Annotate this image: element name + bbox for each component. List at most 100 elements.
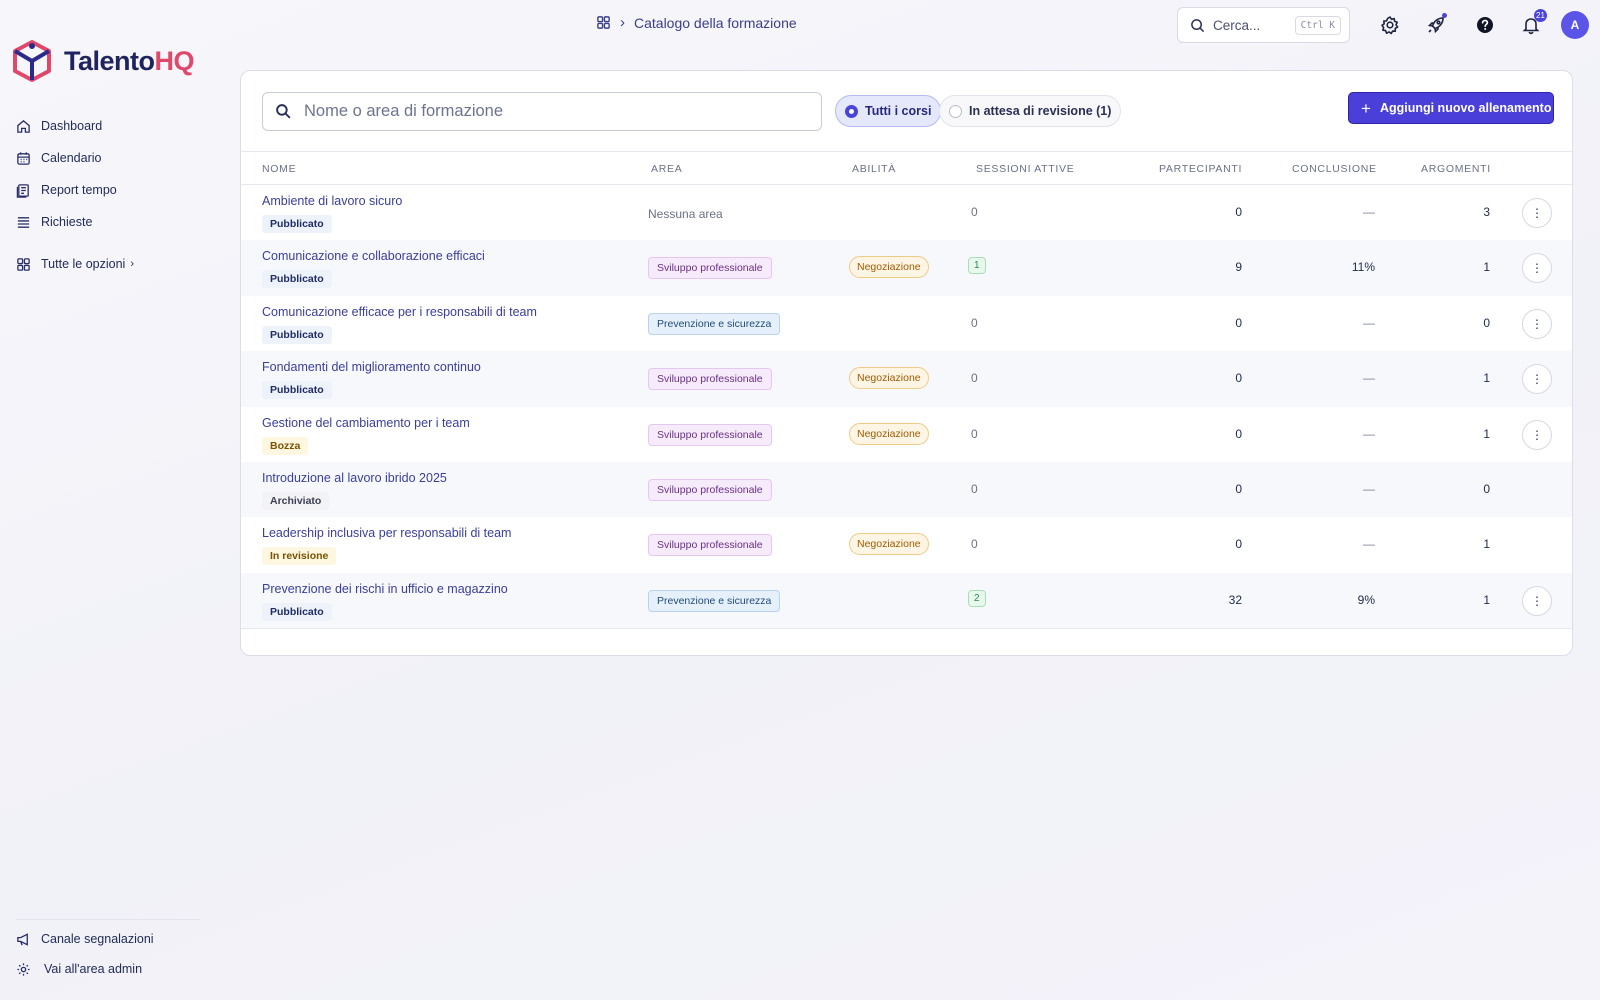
chevron-right-icon: › xyxy=(620,14,625,31)
row-actions-button[interactable]: ⋮ xyxy=(1522,364,1552,395)
active-sessions-count: 0 xyxy=(971,371,978,386)
row-actions-button[interactable]: ⋮ xyxy=(1522,198,1552,228)
skill-badge: Negoziazione xyxy=(849,256,929,279)
area-badge: Sviluppo professionale xyxy=(648,423,772,446)
skill-badge: Negoziazione xyxy=(849,533,929,556)
table-row[interactable]: Ambiente di lavoro sicuro Pubblicato Nessu… xyxy=(241,185,1572,240)
gear-icon xyxy=(17,962,30,976)
skill-badge: Negoziazione xyxy=(849,422,929,445)
course-name-link[interactable]: Fondamenti del miglioramento continuo xyxy=(262,360,481,374)
completion-value: — xyxy=(1363,481,1375,496)
table-row[interactable]: Comunicazione efficace per i responsabil… xyxy=(241,296,1572,351)
table-row[interactable]: Introduzione al lavoro ibrido 2025 Archiv… xyxy=(241,461,1572,518)
add-training-button[interactable]: + Aggiungi nuovo allenamento xyxy=(1348,92,1554,124)
breadcrumb: › Catalogo della formazione xyxy=(596,14,797,31)
radio-unselected-icon xyxy=(949,104,962,118)
table-row[interactable]: Leadership inclusiva per responsabili di… xyxy=(241,517,1572,572)
sidebar-item-label: Vai all'area admin xyxy=(44,962,143,976)
column-header-area[interactable]: AREA xyxy=(651,163,682,175)
sidebar: TalentoHQ Dashboard Calendario Report te… xyxy=(0,0,210,1000)
more-vertical-icon: ⋮ xyxy=(1531,316,1543,331)
course-name-link[interactable]: Gestione del cambiamento per i team xyxy=(262,416,470,430)
grid-icon xyxy=(17,257,30,271)
column-header-name[interactable]: NOME xyxy=(262,163,296,175)
global-search-input[interactable]: Cerca... Ctrl K xyxy=(1177,7,1350,43)
table-row[interactable]: Gestione del cambiamento per i team Bozza… xyxy=(241,407,1572,462)
avatar[interactable]: A xyxy=(1561,11,1589,39)
more-vertical-icon: ⋮ xyxy=(1531,261,1543,276)
training-catalog-card: Nome o area di formazione Tutti i corsi … xyxy=(240,70,1573,656)
table-row[interactable]: Comunicazione e collaborazione efficaci P… xyxy=(241,240,1572,296)
completion-value: — xyxy=(1363,371,1375,386)
course-name-link[interactable]: Comunicazione efficace per i responsabil… xyxy=(262,305,537,319)
calendar-icon xyxy=(17,151,30,165)
sidebar-item-label: Tutte le opzioni xyxy=(41,257,126,271)
skill-badge: Negoziazione xyxy=(849,367,929,390)
row-actions-button[interactable]: ⋮ xyxy=(1522,253,1552,284)
course-name-link[interactable]: Prevenzione dei rischi in ufficio e maga… xyxy=(262,582,508,596)
launch-button[interactable] xyxy=(1423,12,1449,38)
sidebar-item-all-options[interactable]: Tutte le opzioni › xyxy=(16,248,134,280)
sidebar-item-requests[interactable]: Richieste xyxy=(16,206,134,238)
status-badge: Pubblicato xyxy=(262,381,332,400)
help-icon xyxy=(1477,17,1493,33)
topics-count: 1 xyxy=(1483,260,1490,275)
sidebar-item-dashboard[interactable]: Dashboard xyxy=(16,110,134,142)
status-badge: In revisione xyxy=(262,547,337,566)
logo[interactable]: TalentoHQ xyxy=(12,40,194,82)
filter-all-courses[interactable]: Tutti i corsi xyxy=(835,95,942,127)
sidebar-item-label: Canale segnalazioni xyxy=(41,932,154,946)
search-placeholder: Nome o area di formazione xyxy=(304,102,504,120)
column-header-topics[interactable]: ARGOMENTI xyxy=(1421,163,1491,175)
column-header-skill[interactable]: ABILITÀ xyxy=(852,163,896,175)
report-icon xyxy=(16,183,29,198)
sidebar-item-label: Dashboard xyxy=(41,119,103,133)
radio-selected-icon xyxy=(845,104,858,118)
sidebar-item-report[interactable]: Report tempo xyxy=(16,174,134,206)
more-vertical-icon: ⋮ xyxy=(1531,593,1543,608)
course-name-link[interactable]: Comunicazione e collaborazione efficaci xyxy=(262,249,485,263)
status-badge: Pubblicato xyxy=(262,270,332,289)
settings-button[interactable] xyxy=(1377,12,1403,38)
sidebar-item-label: Richieste xyxy=(41,215,93,229)
page-title: Catalogo della formazione xyxy=(634,14,797,31)
active-sessions-count: 0 xyxy=(971,537,978,552)
sidebar-item-report-channel[interactable]: Canale segnalazioni xyxy=(16,924,154,954)
update-dot xyxy=(1442,13,1447,18)
status-badge: Pubblicato xyxy=(262,325,332,344)
course-name-link[interactable]: Leadership inclusiva per responsabili di… xyxy=(262,526,511,540)
divider xyxy=(16,919,200,920)
notifications-button[interactable]: 21 xyxy=(1518,9,1547,38)
course-name-link[interactable]: Introduzione al lavoro ibrido 2025 xyxy=(262,471,447,485)
sidebar-item-calendar[interactable]: Calendario xyxy=(16,142,134,174)
area-badge: Prevenzione e sicurezza xyxy=(648,589,781,612)
rocket-icon xyxy=(1427,17,1444,34)
help-button[interactable] xyxy=(1472,12,1498,38)
topics-count: 1 xyxy=(1483,371,1490,386)
area-badge: Sviluppo professionale xyxy=(648,257,772,280)
column-header-sessions[interactable]: SESSIONI ATTIVE xyxy=(976,163,1074,175)
table-header: NOME AREA ABILITÀ SESSIONI ATTIVE PARTEC… xyxy=(241,151,1572,185)
status-badge: Pubblicato xyxy=(262,215,332,233)
more-vertical-icon: ⋮ xyxy=(1531,427,1543,442)
row-actions-button[interactable]: ⋮ xyxy=(1522,419,1552,450)
training-search-input[interactable]: Nome o area di formazione xyxy=(262,92,822,131)
grid-icon[interactable] xyxy=(596,15,611,30)
participants-count: 0 xyxy=(1235,205,1242,219)
filter-pending-review[interactable]: In attesa di revisione (1) xyxy=(939,95,1122,127)
table-row[interactable]: Fondamenti del miglioramento continuo Pub… xyxy=(241,351,1572,407)
row-actions-button[interactable]: ⋮ xyxy=(1522,308,1552,339)
course-name-link[interactable]: Ambiente di lavoro sicuro xyxy=(262,194,402,208)
column-header-participants[interactable]: PARTECIPANTI xyxy=(1159,163,1242,175)
table-body: Ambiente di lavoro sicuro Pubblicato Nessu… xyxy=(241,185,1572,629)
sidebar-item-label: Report tempo xyxy=(41,183,117,197)
home-icon xyxy=(17,119,30,133)
sidebar-item-admin[interactable]: Vai all'area admin xyxy=(16,954,154,984)
active-sessions-count: 1 xyxy=(968,257,986,275)
column-header-completion[interactable]: CONCLUSIONE xyxy=(1292,163,1377,175)
row-actions-button[interactable]: ⋮ xyxy=(1522,585,1552,616)
table-row[interactable]: Prevenzione dei rischi in ufficio e maga… xyxy=(241,572,1572,629)
sidebar-nav: Dashboard Calendario Report tempo Richie… xyxy=(16,110,134,280)
participants-count: 9 xyxy=(1235,260,1242,275)
active-sessions-count: 2 xyxy=(968,589,986,607)
